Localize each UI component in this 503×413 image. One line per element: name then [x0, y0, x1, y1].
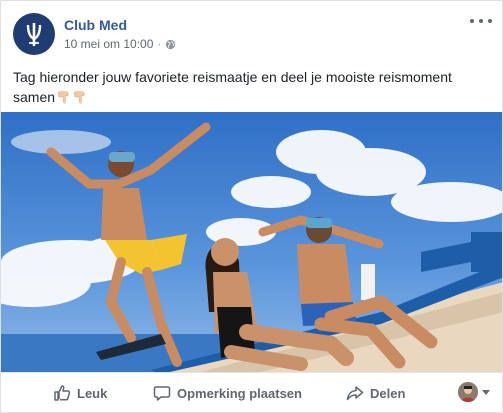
like-button[interactable]: Leuk	[53, 384, 107, 402]
post-text: Tag hieronder jouw favoriete reismaatje …	[13, 67, 493, 107]
post-photo[interactable]	[1, 112, 502, 372]
photo-snorkel-boat	[1, 112, 502, 372]
globe-icon[interactable]	[165, 39, 176, 50]
page-name-link[interactable]: Club Med	[64, 17, 127, 33]
share-label: Delen	[370, 385, 406, 401]
comment-icon	[153, 386, 171, 401]
pointing-down-hand-icon	[58, 91, 69, 104]
more-options-icon[interactable]	[470, 13, 492, 29]
share-arrow-icon	[346, 386, 364, 401]
post-card: Club Med 10 mei om 10:00 · Tag hieronder…	[0, 0, 503, 413]
post-meta: 10 mei om 10:00 ·	[64, 37, 176, 51]
share-button[interactable]: Delen	[346, 384, 405, 402]
pointing-down-hand-icon	[74, 91, 85, 104]
comment-label: Opmerking plaatsen	[177, 385, 302, 401]
share-as-selector[interactable]	[458, 382, 490, 402]
thumbs-up-icon	[54, 385, 71, 401]
user-avatar	[458, 382, 478, 402]
post-action-bar: Leuk Opmerking plaatsen Delen	[1, 372, 502, 412]
page-avatar[interactable]	[13, 13, 55, 55]
comment-button[interactable]: Opmerking plaatsen	[153, 384, 302, 402]
post-header: Club Med 10 mei om 10:00 ·	[13, 13, 492, 55]
chevron-down-icon	[482, 389, 490, 395]
club-med-trident-icon	[26, 23, 42, 46]
post-timestamp[interactable]: 10 mei om 10:00	[64, 37, 153, 51]
meta-separator: ·	[157, 37, 162, 51]
like-label: Leuk	[77, 385, 108, 401]
